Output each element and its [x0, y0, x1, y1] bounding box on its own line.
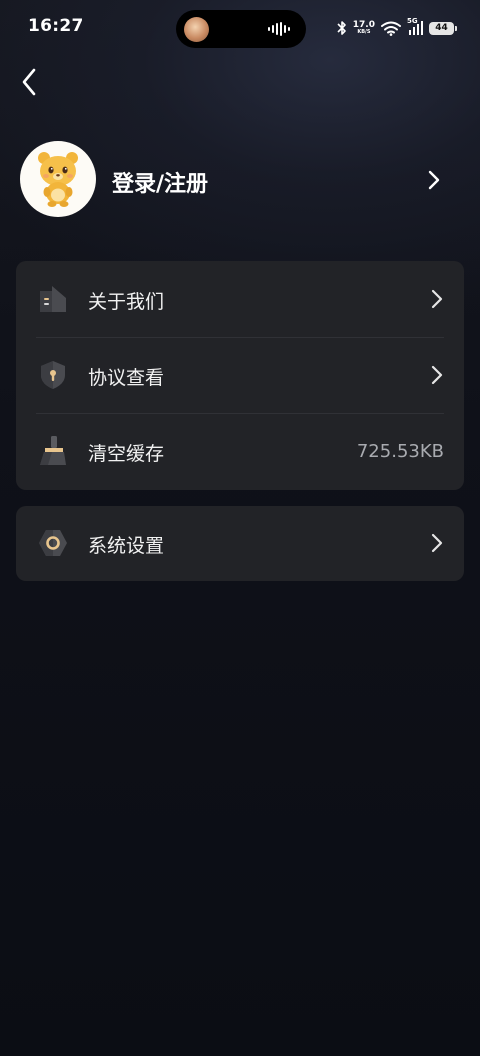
status-icons: 17.0 KB/S 5G 44 [337, 17, 457, 39]
building-icon [40, 286, 66, 312]
hex-gear-icon [39, 530, 67, 556]
login-register-label: 登录/注册 [112, 172, 209, 197]
status-time: 16:27 [28, 16, 84, 36]
now-playing-avatar [184, 17, 209, 42]
menu-item-agreements[interactable]: 协议查看 [16, 337, 464, 413]
chevron-right-icon [428, 170, 440, 190]
bluetooth-icon [337, 21, 346, 35]
audio-wave-icon [268, 22, 290, 36]
dynamic-island[interactable] [176, 10, 306, 48]
chevron-right-icon [431, 533, 443, 553]
menu-card-primary: 关于我们 协议查看 清空缓存 725.53KB [16, 261, 464, 490]
bear-mascot-icon [38, 152, 78, 207]
about-us-label: 关于我们 [88, 291, 165, 313]
menu-item-clear-cache[interactable]: 清空缓存 725.53KB [16, 413, 464, 489]
shield-keyhole-icon [41, 361, 65, 389]
menu-card-settings: 系统设置 [16, 506, 464, 581]
cache-size-value: 725.53KB [356, 441, 444, 462]
login-register-entry[interactable]: 登录/注册 [20, 141, 460, 219]
battery-level: 44 [435, 23, 448, 33]
menu-item-about-us[interactable]: 关于我们 [16, 261, 464, 337]
menu-item-system-settings[interactable]: 系统设置 [16, 506, 464, 581]
system-settings-label: 系统设置 [88, 535, 165, 557]
broom-icon [40, 436, 66, 465]
chevron-right-icon [431, 289, 443, 309]
cellular-signal: 5G [407, 17, 423, 36]
chevron-right-icon [431, 365, 443, 385]
clear-cache-label: 清空缓存 [88, 443, 165, 465]
wifi-icon [381, 21, 401, 36]
chevron-left-icon [22, 68, 36, 96]
signal-bars-icon [409, 21, 423, 35]
avatar [20, 141, 96, 217]
agreements-label: 协议查看 [88, 367, 165, 389]
network-speed-unit: KB/S [357, 29, 371, 35]
back-button[interactable] [14, 66, 44, 98]
network-speed: 17.0 KB/S [353, 21, 375, 35]
status-bar: 16:27 17.0 KB/S 5G 44 [0, 0, 480, 56]
battery-indicator: 44 [429, 21, 457, 35]
